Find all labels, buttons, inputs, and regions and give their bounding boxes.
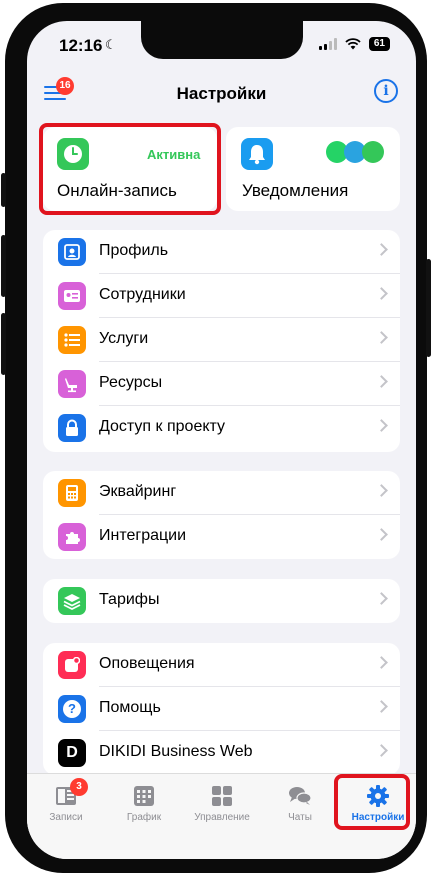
chevron-right-icon: [375, 484, 388, 497]
notification-icon: [58, 651, 86, 679]
settings-row-services[interactable]: Услуги: [43, 318, 400, 362]
tab-label: График: [126, 812, 162, 823]
chevron-right-icon: [375, 656, 388, 669]
settings-row-dikidi-web[interactable]: D DIKIDI Business Web: [43, 731, 400, 775]
grid-icon: [212, 786, 232, 806]
settings-row-tariffs[interactable]: Тарифы: [43, 579, 400, 623]
chevron-right-icon: [375, 592, 388, 605]
settings-row-label: Помощь: [99, 699, 161, 716]
settings-row-label: Тарифы: [99, 591, 160, 608]
settings-tab-highlight: [334, 774, 410, 830]
settings-row-acquiring[interactable]: Эквайринг: [43, 471, 400, 515]
settings-row-label: Оповещения: [99, 655, 195, 672]
dental-chair-icon: [58, 370, 86, 398]
settings-row-help[interactable]: ? Помощь: [43, 687, 400, 731]
bell-icon: [241, 138, 273, 170]
chevron-right-icon: [375, 744, 388, 757]
tab-chats[interactable]: Чаты: [261, 774, 339, 844]
settings-row-project-access[interactable]: Доступ к проекту: [43, 406, 400, 450]
chevron-right-icon: [375, 375, 388, 388]
settings-row-integrations[interactable]: Интеграции: [43, 515, 400, 559]
nav-bar: 16 Настройки i: [27, 73, 416, 113]
settings-row-label: DIKIDI Business Web: [99, 743, 253, 760]
tab-bar: 3 Записи График Управление Чаты Настройк…: [27, 773, 416, 859]
dikidi-logo-icon: D: [58, 739, 86, 767]
settings-row-label: Эквайринг: [99, 483, 177, 500]
mute-switch: [1, 173, 6, 207]
list-icon: [58, 326, 86, 354]
chevron-right-icon: [375, 700, 388, 713]
settings-row-label: Интеграции: [99, 527, 187, 544]
info-icon[interactable]: i: [374, 79, 398, 103]
chevron-right-icon: [375, 528, 388, 541]
battery-indicator: 61: [368, 37, 390, 51]
settings-row-employees[interactable]: Сотрудники: [43, 274, 400, 318]
cellular-signal-icon: [318, 38, 337, 50]
chevron-right-icon: [375, 419, 388, 432]
settings-group-other: Оповещения ? Помощь D DIKIDI Business We…: [43, 643, 400, 775]
settings-group-payments: Эквайринг Интеграции: [43, 471, 400, 559]
wifi-icon: [345, 38, 361, 50]
settings-group-tariffs: Тарифы: [43, 579, 400, 623]
page-title: Настройки: [176, 84, 267, 103]
card-terminal-icon: [58, 479, 86, 507]
screen: 12:16 ☾ 61 16 Настройки i Активна Онлайн…: [27, 21, 416, 859]
chevron-right-icon: [375, 287, 388, 300]
notifications-label: Уведомления: [242, 181, 349, 200]
status-time: 12:16: [59, 36, 103, 55]
volume-up-button: [1, 235, 6, 297]
chevron-right-icon: [375, 331, 388, 344]
profile-icon: [58, 238, 86, 266]
chevron-right-icon: [375, 243, 388, 256]
tab-label: Записи: [49, 812, 83, 823]
message-icon: [362, 141, 384, 163]
tab-management[interactable]: Управление: [183, 774, 261, 844]
settings-row-label: Доступ к проекту: [99, 418, 226, 435]
settings-row-label: Ресурсы: [99, 374, 163, 391]
puzzle-icon: [58, 523, 86, 551]
settings-group-main: Профиль Сотрудники Услуги Ресурсы Доступ…: [43, 230, 400, 452]
help-icon: ?: [58, 695, 86, 723]
do-not-disturb-icon: ☾: [105, 37, 117, 52]
contact-card-icon: [58, 282, 86, 310]
status-indicators: 61: [318, 37, 390, 51]
messenger-icons: [326, 141, 388, 167]
lock-icon: [58, 414, 86, 442]
tab-label: Управление: [194, 812, 250, 823]
power-button: [426, 259, 431, 357]
phone-frame: 12:16 ☾ 61 16 Настройки i Активна Онлайн…: [1, 3, 431, 873]
notifications-card[interactable]: Уведомления: [226, 127, 400, 211]
online-booking-highlight: [39, 123, 221, 215]
settings-row-alerts[interactable]: Оповещения: [43, 643, 400, 687]
settings-row-label: Профиль: [99, 242, 169, 259]
layers-icon: [58, 587, 86, 615]
settings-row-label: Сотрудники: [99, 286, 186, 303]
tab-label: Чаты: [288, 812, 312, 823]
settings-row-resources[interactable]: Ресурсы: [43, 362, 400, 406]
tab-schedule[interactable]: График: [105, 774, 183, 844]
calendar-grid-icon: [134, 786, 154, 806]
bookings-badge: 3: [70, 778, 88, 796]
volume-down-button: [1, 313, 6, 375]
tab-bookings[interactable]: 3 Записи: [27, 774, 105, 844]
settings-row-label: Услуги: [99, 330, 149, 347]
notch: [141, 21, 303, 59]
settings-row-profile[interactable]: Профиль: [43, 230, 400, 274]
chat-bubbles-icon: [289, 787, 312, 805]
